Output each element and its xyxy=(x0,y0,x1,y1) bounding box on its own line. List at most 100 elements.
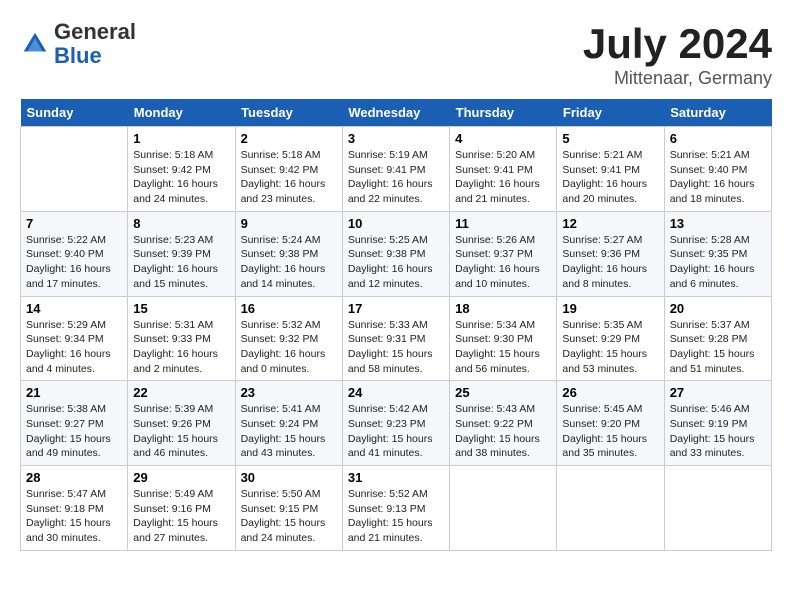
day-number: 29 xyxy=(133,470,229,485)
day-info: Sunrise: 5:35 AM Sunset: 9:29 PM Dayligh… xyxy=(562,318,658,377)
table-row: 11 Sunrise: 5:26 AM Sunset: 9:37 PM Dayli… xyxy=(450,211,557,296)
day-number: 10 xyxy=(348,216,444,231)
day-number: 19 xyxy=(562,301,658,316)
calendar-table: Sunday Monday Tuesday Wednesday Thursday… xyxy=(20,99,772,551)
day-info: Sunrise: 5:43 AM Sunset: 9:22 PM Dayligh… xyxy=(455,402,551,461)
calendar-header-row: Sunday Monday Tuesday Wednesday Thursday… xyxy=(21,99,772,127)
table-row: 10 Sunrise: 5:25 AM Sunset: 9:38 PM Dayli… xyxy=(342,211,449,296)
table-row: 23 Sunrise: 5:41 AM Sunset: 9:24 PM Dayli… xyxy=(235,381,342,466)
day-number: 24 xyxy=(348,385,444,400)
table-row: 6 Sunrise: 5:21 AM Sunset: 9:40 PM Daylig… xyxy=(664,127,771,212)
table-row xyxy=(21,127,128,212)
day-number: 14 xyxy=(26,301,122,316)
table-row: 3Sunrise: 5:19 AM Sunset: 9:41 PM Daylig… xyxy=(342,127,449,212)
day-info: Sunrise: 5:49 AM Sunset: 9:16 PM Dayligh… xyxy=(133,487,229,546)
table-row: 28 Sunrise: 5:47 AM Sunset: 9:18 PM Dayli… xyxy=(21,466,128,551)
day-number: 18 xyxy=(455,301,551,316)
table-row: 5 Sunrise: 5:21 AM Sunset: 9:41 PM Daylig… xyxy=(557,127,664,212)
day-info: Sunrise: 5:39 AM Sunset: 9:26 PM Dayligh… xyxy=(133,402,229,461)
table-row: 21 Sunrise: 5:38 AM Sunset: 9:27 PM Dayli… xyxy=(21,381,128,466)
table-row: 12 Sunrise: 5:27 AM Sunset: 9:36 PM Dayli… xyxy=(557,211,664,296)
table-row: 8Sunrise: 5:23 AM Sunset: 9:39 PM Daylig… xyxy=(128,211,235,296)
table-row: 9 Sunrise: 5:24 AM Sunset: 9:38 PM Daylig… xyxy=(235,211,342,296)
day-info: Sunrise: 5:18 AM Sunset: 9:42 PM Dayligh… xyxy=(133,148,229,207)
logo: General Blue xyxy=(20,20,136,68)
day-number: 7 xyxy=(26,216,122,231)
table-row xyxy=(450,466,557,551)
day-number: 2 xyxy=(241,131,337,146)
day-info: Sunrise: 5:21 AM Sunset: 9:40 PM Dayligh… xyxy=(670,148,766,207)
day-info: Sunrise: 5:31 AM Sunset: 9:33 PM Dayligh… xyxy=(133,318,229,377)
day-number: 11 xyxy=(455,216,551,231)
table-row: 17 Sunrise: 5:33 AM Sunset: 9:31 PM Dayli… xyxy=(342,296,449,381)
table-row: 18Sunrise: 5:34 AM Sunset: 9:30 PM Dayli… xyxy=(450,296,557,381)
day-info: Sunrise: 5:47 AM Sunset: 9:18 PM Dayligh… xyxy=(26,487,122,546)
day-info: Sunrise: 5:29 AM Sunset: 9:34 PM Dayligh… xyxy=(26,318,122,377)
day-info: Sunrise: 5:42 AM Sunset: 9:23 PM Dayligh… xyxy=(348,402,444,461)
day-info: Sunrise: 5:22 AM Sunset: 9:40 PM Dayligh… xyxy=(26,233,122,292)
table-row: 30Sunrise: 5:50 AM Sunset: 9:15 PM Dayli… xyxy=(235,466,342,551)
day-number: 17 xyxy=(348,301,444,316)
day-info: Sunrise: 5:23 AM Sunset: 9:39 PM Dayligh… xyxy=(133,233,229,292)
day-number: 28 xyxy=(26,470,122,485)
col-monday: Monday xyxy=(128,99,235,127)
day-number: 6 xyxy=(670,131,766,146)
table-row: 29 Sunrise: 5:49 AM Sunset: 9:16 PM Dayli… xyxy=(128,466,235,551)
day-info: Sunrise: 5:18 AM Sunset: 9:42 PM Dayligh… xyxy=(241,148,337,207)
day-info: Sunrise: 5:25 AM Sunset: 9:38 PM Dayligh… xyxy=(348,233,444,292)
table-row: 14 Sunrise: 5:29 AM Sunset: 9:34 PM Dayli… xyxy=(21,296,128,381)
month-title: July 2024 xyxy=(583,20,772,68)
table-row: 4Sunrise: 5:20 AM Sunset: 9:41 PM Daylig… xyxy=(450,127,557,212)
day-number: 30 xyxy=(241,470,337,485)
day-info: Sunrise: 5:26 AM Sunset: 9:37 PM Dayligh… xyxy=(455,233,551,292)
location: Mittenaar, Germany xyxy=(583,68,772,89)
table-row: 19 Sunrise: 5:35 AM Sunset: 9:29 PM Dayli… xyxy=(557,296,664,381)
logo-general-text: General xyxy=(54,19,136,44)
day-number: 23 xyxy=(241,385,337,400)
day-number: 13 xyxy=(670,216,766,231)
day-info: Sunrise: 5:33 AM Sunset: 9:31 PM Dayligh… xyxy=(348,318,444,377)
day-number: 25 xyxy=(455,385,551,400)
day-info: Sunrise: 5:32 AM Sunset: 9:32 PM Dayligh… xyxy=(241,318,337,377)
table-row xyxy=(664,466,771,551)
title-block: July 2024 Mittenaar, Germany xyxy=(583,20,772,89)
day-info: Sunrise: 5:28 AM Sunset: 9:35 PM Dayligh… xyxy=(670,233,766,292)
day-number: 9 xyxy=(241,216,337,231)
logo-icon xyxy=(20,29,50,59)
day-info: Sunrise: 5:41 AM Sunset: 9:24 PM Dayligh… xyxy=(241,402,337,461)
calendar-week-row: 28 Sunrise: 5:47 AM Sunset: 9:18 PM Dayli… xyxy=(21,466,772,551)
day-info: Sunrise: 5:24 AM Sunset: 9:38 PM Dayligh… xyxy=(241,233,337,292)
col-thursday: Thursday xyxy=(450,99,557,127)
day-info: Sunrise: 5:52 AM Sunset: 9:13 PM Dayligh… xyxy=(348,487,444,546)
day-number: 5 xyxy=(562,131,658,146)
calendar-week-row: 21 Sunrise: 5:38 AM Sunset: 9:27 PM Dayli… xyxy=(21,381,772,466)
table-row: 2 Sunrise: 5:18 AM Sunset: 9:42 PM Daylig… xyxy=(235,127,342,212)
day-number: 21 xyxy=(26,385,122,400)
logo-blue-text: Blue xyxy=(54,43,102,68)
day-info: Sunrise: 5:21 AM Sunset: 9:41 PM Dayligh… xyxy=(562,148,658,207)
day-number: 20 xyxy=(670,301,766,316)
table-row: 25 Sunrise: 5:43 AM Sunset: 9:22 PM Dayli… xyxy=(450,381,557,466)
table-row: 7 Sunrise: 5:22 AM Sunset: 9:40 PM Daylig… xyxy=(21,211,128,296)
day-info: Sunrise: 5:19 AM Sunset: 9:41 PM Dayligh… xyxy=(348,148,444,207)
day-number: 26 xyxy=(562,385,658,400)
calendar-week-row: 7 Sunrise: 5:22 AM Sunset: 9:40 PM Daylig… xyxy=(21,211,772,296)
col-wednesday: Wednesday xyxy=(342,99,449,127)
page-header: General Blue July 2024 Mittenaar, German… xyxy=(20,20,772,89)
day-info: Sunrise: 5:38 AM Sunset: 9:27 PM Dayligh… xyxy=(26,402,122,461)
calendar-week-row: 14 Sunrise: 5:29 AM Sunset: 9:34 PM Dayli… xyxy=(21,296,772,381)
table-row xyxy=(557,466,664,551)
day-number: 31 xyxy=(348,470,444,485)
day-info: Sunrise: 5:20 AM Sunset: 9:41 PM Dayligh… xyxy=(455,148,551,207)
col-sunday: Sunday xyxy=(21,99,128,127)
day-number: 16 xyxy=(241,301,337,316)
calendar-week-row: 1Sunrise: 5:18 AM Sunset: 9:42 PM Daylig… xyxy=(21,127,772,212)
day-info: Sunrise: 5:27 AM Sunset: 9:36 PM Dayligh… xyxy=(562,233,658,292)
col-tuesday: Tuesday xyxy=(235,99,342,127)
table-row: 16 Sunrise: 5:32 AM Sunset: 9:32 PM Dayli… xyxy=(235,296,342,381)
col-saturday: Saturday xyxy=(664,99,771,127)
table-row: 27Sunrise: 5:46 AM Sunset: 9:19 PM Dayli… xyxy=(664,381,771,466)
table-row: 20Sunrise: 5:37 AM Sunset: 9:28 PM Dayli… xyxy=(664,296,771,381)
table-row: 24 Sunrise: 5:42 AM Sunset: 9:23 PM Dayli… xyxy=(342,381,449,466)
day-number: 12 xyxy=(562,216,658,231)
